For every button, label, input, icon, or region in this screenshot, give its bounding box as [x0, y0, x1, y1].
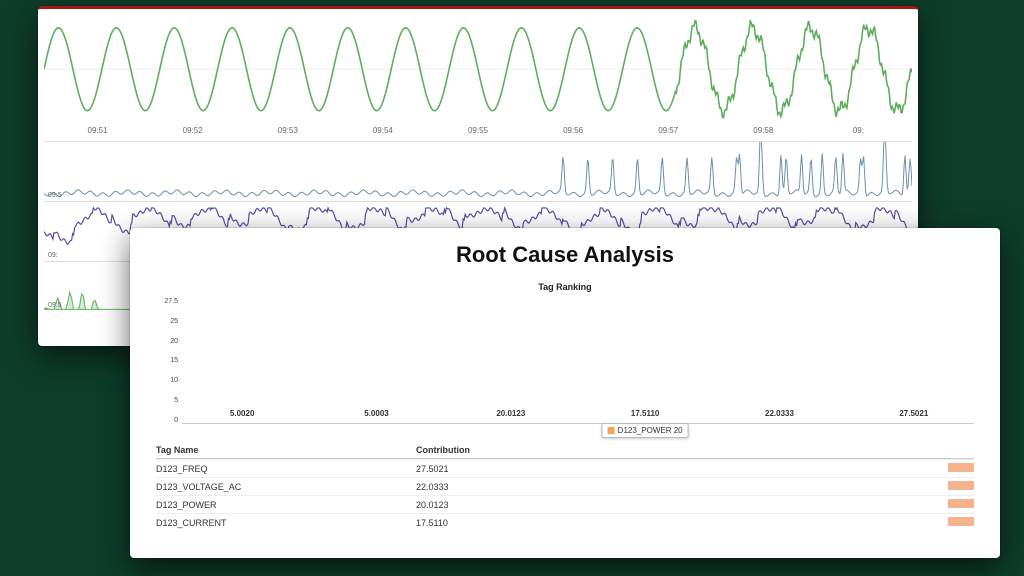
cell-contrib: 17.5110 [416, 518, 934, 528]
table-row[interactable]: D123_FREQ27.5021 [156, 459, 974, 477]
cell-tagname: D123_POWER [156, 500, 416, 510]
waveform-2 [44, 142, 912, 201]
y-tick: 5 [156, 397, 178, 404]
y-tick: 10 [156, 377, 178, 384]
table-row[interactable]: D123_POWER20.0123 [156, 495, 974, 513]
waveform-primary [44, 15, 912, 124]
x-tick: 09:52 [145, 126, 240, 135]
cell-spark [934, 499, 974, 510]
bar-value: 22.0333 [719, 409, 839, 418]
cell-contrib: 22.0333 [416, 482, 934, 492]
cell-spark [934, 517, 974, 528]
cell-spark [934, 481, 974, 492]
mini-xlabel: 09:5 [48, 302, 62, 309]
x-tick: 09:53 [240, 126, 335, 135]
spark-icon [948, 481, 974, 490]
cell-spark [934, 463, 974, 474]
x-tick: 09:56 [526, 126, 621, 135]
x-tick: 09: [811, 126, 906, 135]
y-tick: 15 [156, 357, 178, 364]
y-tick: 25 [156, 318, 178, 325]
table-row[interactable]: D123_CURRENT17.5110 [156, 513, 974, 531]
bar-value: 17.5110 [585, 409, 705, 418]
spark-icon [948, 517, 974, 526]
spark-icon [948, 463, 974, 472]
cell-contrib: 20.0123 [416, 500, 934, 510]
cell-tagname: D123_VOLTAGE_AC [156, 482, 416, 492]
waveform-row-2: 09:5 [44, 142, 912, 202]
rca-title: Root Cause Analysis [156, 242, 974, 268]
y-tick: 0 [156, 417, 178, 424]
bar-chart[interactable]: 27.5 25 20 15 10 5 0 5.0020 5.0003 20.0123… [156, 296, 974, 424]
bar-value: 27.5021 [854, 409, 974, 418]
y-tick: 27.5 [156, 298, 178, 305]
mini-xlabel: 09:5 [48, 192, 62, 199]
mini-xlabel: 09: [48, 252, 58, 259]
x-tick: 09:55 [430, 126, 525, 135]
y-tick: 20 [156, 338, 178, 345]
cell-tagname: D123_CURRENT [156, 518, 416, 528]
table-row[interactable]: D123_VOLTAGE_AC22.0333 [156, 477, 974, 495]
x-tick: 09:58 [716, 126, 811, 135]
cell-contrib: 27.5021 [416, 464, 934, 474]
rca-panel: Root Cause Analysis Tag Ranking 27.5 25 … [130, 228, 1000, 558]
waveform-x-axis: 09:51 09:52 09:53 09:54 09:55 09:56 09:5… [44, 124, 912, 142]
rca-subtitle: Tag Ranking [156, 282, 974, 292]
rca-table: Tag Name Contribution D123_FREQ27.5021D1… [156, 442, 974, 531]
col-contrib: Contribution [416, 445, 934, 455]
waveform-row-primary [44, 15, 912, 124]
cell-tagname: D123_FREQ [156, 464, 416, 474]
spark-icon [948, 499, 974, 508]
y-axis: 27.5 25 20 15 10 5 0 [156, 296, 180, 424]
bar-value: 20.0123 [451, 409, 571, 418]
bar-value: 5.0020 [182, 409, 302, 418]
bar-tooltip: D123_POWER 20 [602, 423, 689, 438]
x-tick: 09:54 [335, 126, 430, 135]
table-header: Tag Name Contribution [156, 442, 974, 459]
bars-container: 5.00205.000320.012317.5110D123_POWER 202… [182, 296, 974, 424]
col-tagname: Tag Name [156, 445, 416, 455]
x-tick: 09:51 [50, 126, 145, 135]
x-tick: 09:57 [621, 126, 716, 135]
bar-value: 5.0003 [316, 409, 436, 418]
